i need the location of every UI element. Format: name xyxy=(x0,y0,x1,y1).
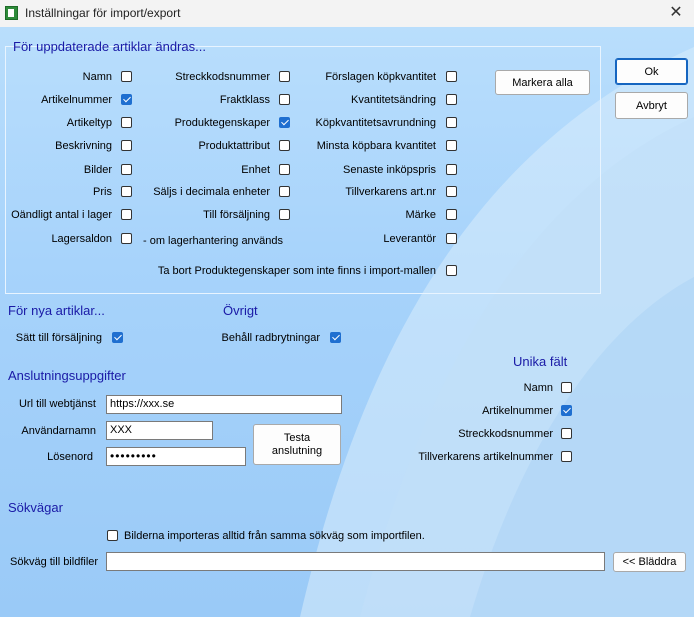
tillverkarens-art-nr-checkbox[interactable] xyxy=(446,186,457,197)
leverantor-checkbox[interactable] xyxy=(446,233,457,244)
image-path-input[interactable] xyxy=(106,552,605,571)
namn-label: Namn xyxy=(523,382,553,394)
enhet-label: Enhet xyxy=(241,164,270,176)
beskrivning-label: Beskrivning xyxy=(55,140,112,152)
bilder-label: Bilder xyxy=(83,164,112,176)
same-path-checkbox[interactable] xyxy=(107,530,118,541)
forslagen-kopkvantitet-label: Förslagen köpkvantitet xyxy=(325,71,436,83)
image-path-label: Sökväg till bildfiler xyxy=(10,556,99,568)
oandligt-antal-i-lager-label: Oändligt antal i lager xyxy=(11,209,112,221)
username-input[interactable]: XXX xyxy=(106,421,213,440)
senaste-inkopspris-label: Senaste inköpspris xyxy=(343,164,436,176)
remove-props-checkbox[interactable] xyxy=(446,265,457,276)
lagersaldon-label: Lagersaldon xyxy=(51,233,112,245)
browse-button[interactable]: << Bläddra xyxy=(613,552,686,572)
password-label: Lösenord xyxy=(47,451,93,463)
kopkvantitetsavrundning-checkbox[interactable] xyxy=(446,117,457,128)
mark-all-button[interactable]: Markera alla xyxy=(495,70,590,95)
cancel-button[interactable]: Avbryt xyxy=(615,92,688,119)
namn-label: Namn xyxy=(82,71,112,83)
test-connection-button[interactable]: Testa anslutning xyxy=(253,424,341,465)
marke-label: Märke xyxy=(405,209,436,221)
new-articles-heading: För nya artiklar... xyxy=(8,303,105,318)
remove-props-label: Ta bort Produktegenskaper som inte finns… xyxy=(157,265,436,277)
other-heading: Övrigt xyxy=(223,303,258,318)
url-input[interactable]: https://xxx.se xyxy=(106,395,342,414)
for-sale-checkbox[interactable] xyxy=(112,332,123,343)
kvantitetsandring-label: Kvantitetsändring xyxy=(351,94,436,106)
leverantor-label: Leverantör xyxy=(383,233,436,245)
app-icon xyxy=(5,6,18,20)
fraktklass-label: Fraktklass xyxy=(219,94,270,106)
streckkodsnummer-label: Streckkodsnummer xyxy=(175,71,270,83)
streckkodsnummer-checkbox[interactable] xyxy=(561,428,572,439)
for-sale-label: Sätt till försäljning xyxy=(15,332,102,344)
dialog-body: För uppdaterade artiklar ändras... Namn A… xyxy=(0,27,694,617)
saljs-i-decimala-enheter-label: Säljs i decimala enheter xyxy=(153,186,270,198)
tillverkarens-artikelnummer-checkbox[interactable] xyxy=(561,451,572,462)
lagersaldon-checkbox[interactable] xyxy=(121,233,132,244)
stock-management-note: - om lagerhantering används xyxy=(143,235,284,247)
window-title: Inställningar för import/export xyxy=(25,6,181,20)
minsta-kopbara-kvantitet-label: Minsta köpbara kvantitet xyxy=(316,140,436,152)
kopkvantitetsavrundning-label: Köpkvantitetsavrundning xyxy=(315,117,436,129)
streckkodsnummer-label: Streckkodsnummer xyxy=(458,428,553,440)
forslagen-kopkvantitet-checkbox[interactable] xyxy=(446,71,457,82)
connection-heading: Anslutningsuppgifter xyxy=(8,368,126,383)
keep-linebreaks-label: Behåll radbrytningar xyxy=(221,332,320,344)
password-input[interactable]: ••••••••• xyxy=(106,447,246,466)
artikelnummer-label: Artikelnummer xyxy=(482,405,553,417)
close-icon[interactable]: ✕ xyxy=(666,3,686,23)
kvantitetsandring-checkbox[interactable] xyxy=(446,94,457,105)
title-bar: Inställningar för import/export ✕ xyxy=(0,0,694,27)
tillverkarens-art-nr-label: Tillverkarens art.nr xyxy=(345,186,436,198)
settings-dialog: Inställningar för import/export ✕ För up… xyxy=(0,0,694,617)
till-forsaljning-label: Till försäljning xyxy=(203,209,270,221)
ok-button[interactable]: Ok xyxy=(615,58,688,85)
namn-checkbox[interactable] xyxy=(561,382,572,393)
username-label: Användarnamn xyxy=(21,425,96,437)
tillverkarens-artikelnummer-label: Tillverkarens artikelnummer xyxy=(418,451,553,463)
update-fields-heading: För uppdaterade artiklar ändras... xyxy=(13,39,206,54)
url-label: Url till webtjänst xyxy=(18,398,96,410)
unique-fields-heading: Unika fält xyxy=(513,354,568,369)
artikelnummer-label: Artikelnummer xyxy=(41,94,112,106)
pris-label: Pris xyxy=(93,186,112,198)
produktattribut-label: Produktattribut xyxy=(198,140,270,152)
keep-linebreaks-checkbox[interactable] xyxy=(330,332,341,343)
paths-heading: Sökvägar xyxy=(8,500,63,515)
same-path-label: Bilderna importeras alltid från samma sö… xyxy=(124,530,425,542)
artikeltyp-label: Artikeltyp xyxy=(66,117,112,129)
marke-checkbox[interactable] xyxy=(446,209,457,220)
artikelnummer-checkbox[interactable] xyxy=(561,405,572,416)
minsta-kopbara-kvantitet-checkbox[interactable] xyxy=(446,140,457,151)
senaste-inkopspris-checkbox[interactable] xyxy=(446,164,457,175)
produktegenskaper-label: Produktegenskaper xyxy=(174,117,270,129)
